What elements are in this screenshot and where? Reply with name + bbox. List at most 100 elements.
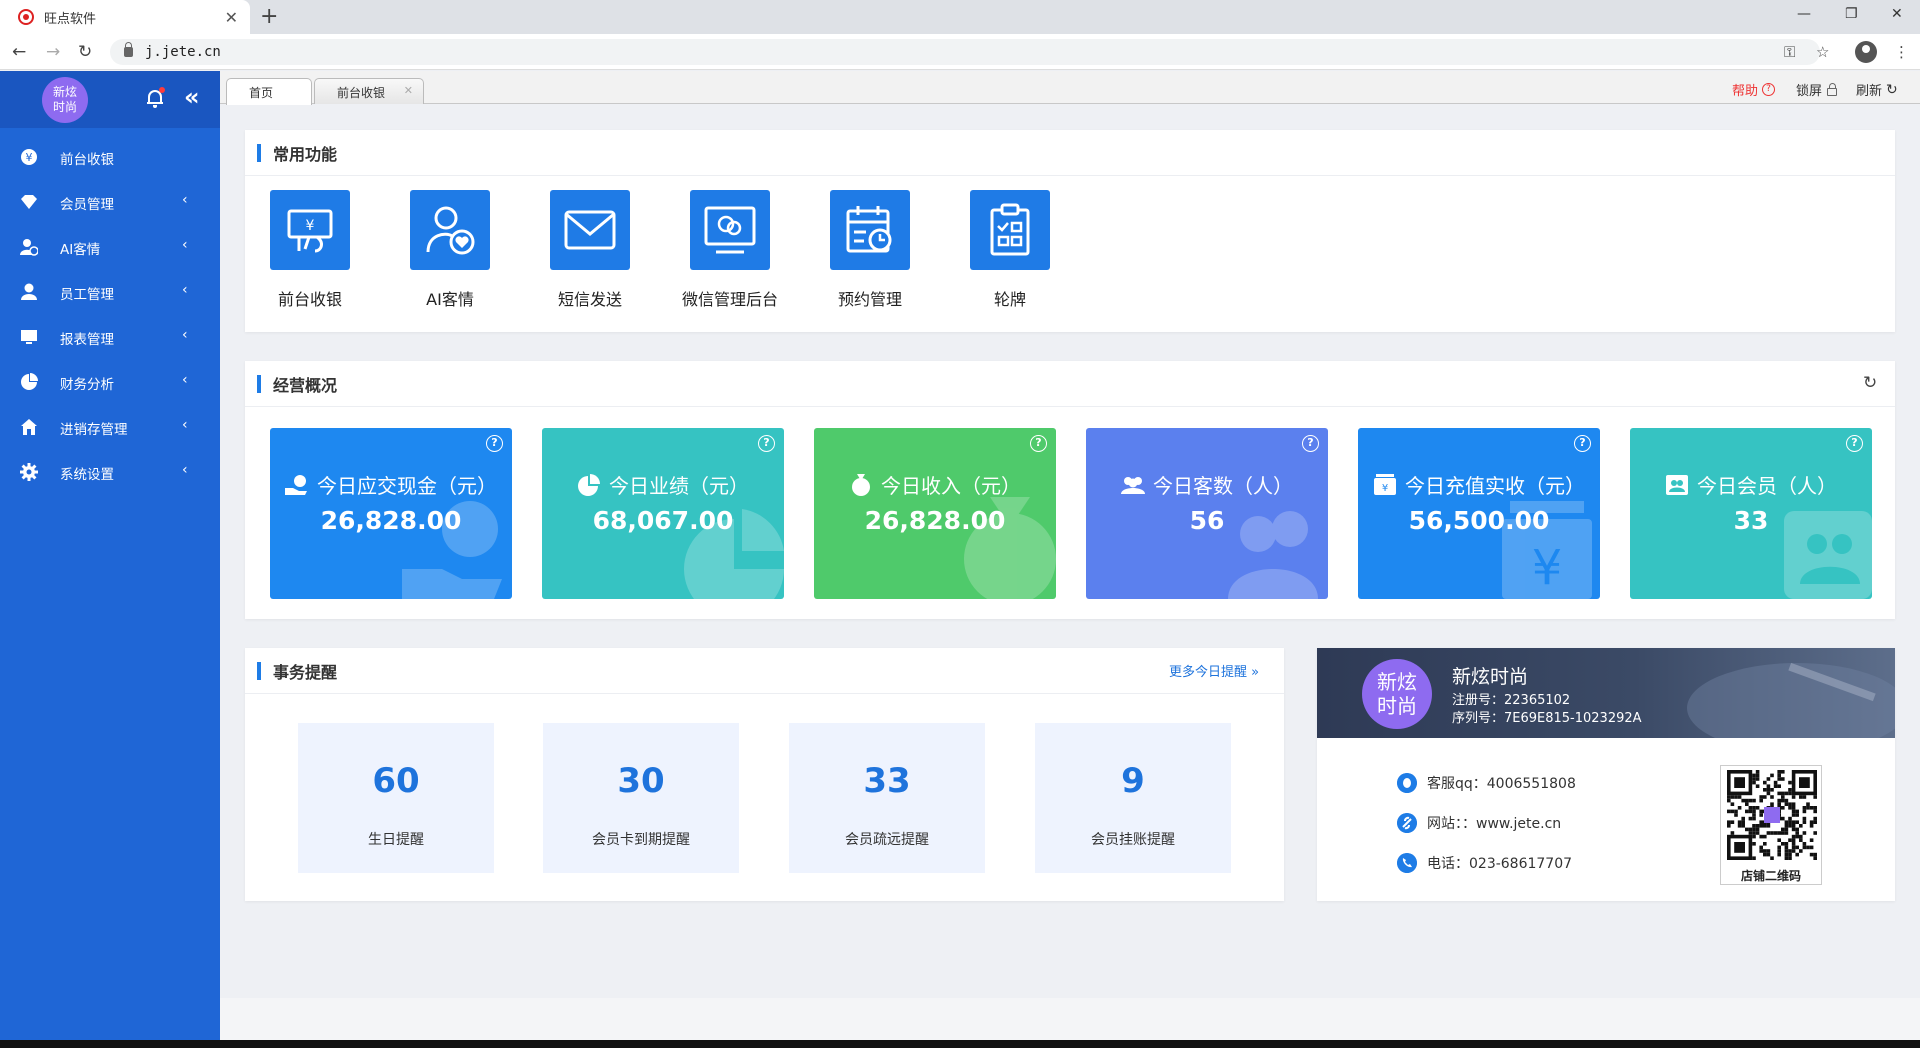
- money-bag-icon: [852, 474, 870, 496]
- qr-label: 店铺二维码: [1740, 869, 1801, 883]
- help-icon[interactable]: ?: [1574, 435, 1591, 452]
- question-icon: ?: [1762, 83, 1776, 96]
- refresh-button[interactable]: 刷新 ↻: [1856, 80, 1898, 100]
- company-reg-no: 注册号：22365102: [1452, 693, 1571, 708]
- help-icon[interactable]: ?: [1030, 435, 1047, 452]
- bookmark-star-icon[interactable]: ☆: [1816, 43, 1829, 61]
- chevron-left-icon: ‹: [182, 372, 188, 388]
- sidebar-item-staff[interactable]: 员工管理 ‹: [0, 270, 220, 315]
- qq-icon: [1397, 773, 1417, 793]
- user-heart-icon: [20, 239, 38, 256]
- sidebar-item-finance[interactable]: 财务分析 ‹: [0, 360, 220, 405]
- user-icon: [21, 283, 37, 300]
- company-serial-no: 序列号：7E69E815-1023292A: [1452, 711, 1642, 726]
- os-taskbar: [0, 1040, 1920, 1048]
- tab-label: 首页: [249, 86, 274, 100]
- chevron-left-icon: ‹: [182, 237, 188, 253]
- quick-ai-customer[interactable]: AI客情: [385, 190, 515, 310]
- browser-menu-icon[interactable]: ⋮: [1894, 43, 1909, 61]
- sidebar-item-cashier[interactable]: ¥ 前台收银: [0, 135, 220, 180]
- monitor-icon: [21, 330, 37, 344]
- quick-wechat-admin[interactable]: 微信管理后台: [665, 190, 795, 310]
- close-tab-icon[interactable]: ✕: [225, 8, 238, 27]
- quick-label: 微信管理后台: [681, 290, 778, 309]
- reminder-member-credit[interactable]: 9 会员挂账提醒: [1035, 723, 1231, 873]
- brand-logo: 新炫 时尚: [42, 77, 88, 123]
- sidebar-item-label: 进销存管理: [60, 421, 128, 438]
- refresh-icon[interactable]: ↻: [1863, 373, 1877, 393]
- hand-yen-watermark-icon: [402, 501, 502, 599]
- sidebar-header: 新炫 时尚 «: [0, 71, 220, 128]
- back-icon[interactable]: ←: [12, 42, 26, 62]
- stat-card-recharge[interactable]: ? ¥ 今日充值实收（元） 56,500.00 ¥: [1358, 428, 1600, 599]
- home-icon: [21, 419, 37, 435]
- tab-cashier[interactable]: 前台收银 ✕: [314, 78, 424, 104]
- profile-avatar-icon[interactable]: [1855, 41, 1877, 63]
- help-icon[interactable]: ?: [486, 435, 503, 452]
- lock-screen-button[interactable]: 锁屏: [1796, 80, 1838, 99]
- company-name: 新炫时尚: [1452, 666, 1529, 688]
- close-tab-icon[interactable]: ✕: [404, 84, 413, 97]
- stat-card-cash[interactable]: ? 今日应交现金（元） 26,828.00: [270, 428, 512, 599]
- more-reminders-link[interactable]: 更多今日提醒 »: [1169, 661, 1259, 680]
- sidebar-item-label: 系统设置: [60, 466, 114, 483]
- refresh-label: 刷新: [1856, 84, 1883, 99]
- store-qr-code: 店铺二维码: [1720, 765, 1822, 885]
- url-input[interactable]: j.jete.cn: [110, 39, 1820, 65]
- collapse-sidebar-icon[interactable]: «: [184, 83, 200, 111]
- svg-text:¥: ¥: [26, 151, 33, 164]
- quick-cashier[interactable]: ¥ 前台收银: [245, 190, 375, 310]
- tab-label: 前台收银: [337, 86, 386, 100]
- sidebar-item-ai-customer[interactable]: AI客情 ‹: [0, 225, 220, 270]
- help-icon[interactable]: ?: [1846, 435, 1863, 452]
- user-heart-icon: [410, 190, 490, 270]
- chevron-left-icon: ‹: [182, 282, 188, 298]
- minimize-icon[interactable]: —: [1797, 6, 1811, 22]
- browser-tabbar: 旺点软件 ✕ + — ❐ ✕: [0, 0, 1920, 34]
- quick-sms[interactable]: 短信发送: [525, 190, 655, 310]
- stat-card-members[interactable]: ? 今日会员（人） 33: [1630, 428, 1872, 599]
- browser-tab[interactable]: 旺点软件 ✕: [0, 0, 250, 34]
- chevron-left-icon: ‹: [182, 462, 188, 478]
- restore-icon[interactable]: ❐: [1845, 6, 1858, 22]
- help-button[interactable]: 帮助 ?: [1732, 80, 1776, 99]
- sidebar-item-reports[interactable]: 报表管理 ‹: [0, 315, 220, 360]
- company-phone: 电话：023-68617707: [1397, 853, 1572, 873]
- help-icon[interactable]: ?: [1302, 435, 1319, 452]
- stat-card-income[interactable]: ? 今日收入（元） 26,828.00: [814, 428, 1056, 599]
- help-label: 帮助: [1732, 84, 1759, 99]
- forward-icon[interactable]: →: [46, 42, 60, 62]
- new-tab-icon[interactable]: +: [260, 4, 278, 29]
- lock-label: 锁屏: [1796, 84, 1823, 99]
- sidebar-item-inventory[interactable]: 进销存管理 ‹: [0, 405, 220, 450]
- company-qq: 客服qq：4006551808: [1397, 773, 1576, 793]
- member-card-watermark-icon: [1784, 511, 1872, 599]
- quick-appointment[interactable]: 预约管理: [805, 190, 935, 310]
- panel-title: 事务提醒: [245, 648, 1284, 694]
- reminder-member-distant[interactable]: 33 会员疏远提醒: [789, 723, 985, 873]
- window-close-icon[interactable]: ✕: [1891, 6, 1903, 22]
- sidebar-item-members[interactable]: 会员管理 ‹: [0, 180, 220, 225]
- help-icon[interactable]: ?: [758, 435, 775, 452]
- reminder-count: 33: [863, 761, 911, 801]
- reminder-birthday[interactable]: 60 生日提醒: [298, 723, 494, 873]
- reload-icon[interactable]: ↻: [78, 42, 92, 62]
- overview-panel: 经营概况 ↻ ? 今日应交现金（元） 26,828.00 ? 今日业绩（元） 6…: [245, 361, 1895, 619]
- double-chevron-right-icon: »: [1251, 665, 1260, 680]
- svg-text:¥: ¥: [306, 218, 315, 234]
- stat-card-customers[interactable]: ? 今日客数（人） 56: [1086, 428, 1328, 599]
- sidebar-item-settings[interactable]: 系统设置 ‹: [0, 450, 220, 495]
- sidebar-item-label: 会员管理: [60, 196, 114, 213]
- quick-rotation[interactable]: 轮牌: [945, 190, 1075, 310]
- stat-card-performance[interactable]: ? 今日业绩（元） 68,067.00: [542, 428, 784, 599]
- key-icon[interactable]: ⚿: [1784, 43, 1795, 61]
- refresh-icon: ↻: [1886, 81, 1898, 98]
- pie-chart-icon: [21, 373, 38, 390]
- reminder-card-expiry[interactable]: 30 会员卡到期提醒: [543, 723, 739, 873]
- address-bar: ← → ↻ j.jete.cn ⚿ ☆ ⋮: [0, 34, 1920, 70]
- notification-bell-icon[interactable]: [147, 87, 165, 108]
- qr-code-icon: [1727, 770, 1817, 860]
- tab-home[interactable]: 首页: [226, 78, 312, 105]
- company-header: 新炫 时尚 新炫时尚 注册号：22365102 序列号：7E69E815-1023…: [1317, 648, 1895, 738]
- page-tabs: 首页 前台收银 ✕ 帮助 ? 锁屏 刷新 ↻: [220, 71, 1920, 105]
